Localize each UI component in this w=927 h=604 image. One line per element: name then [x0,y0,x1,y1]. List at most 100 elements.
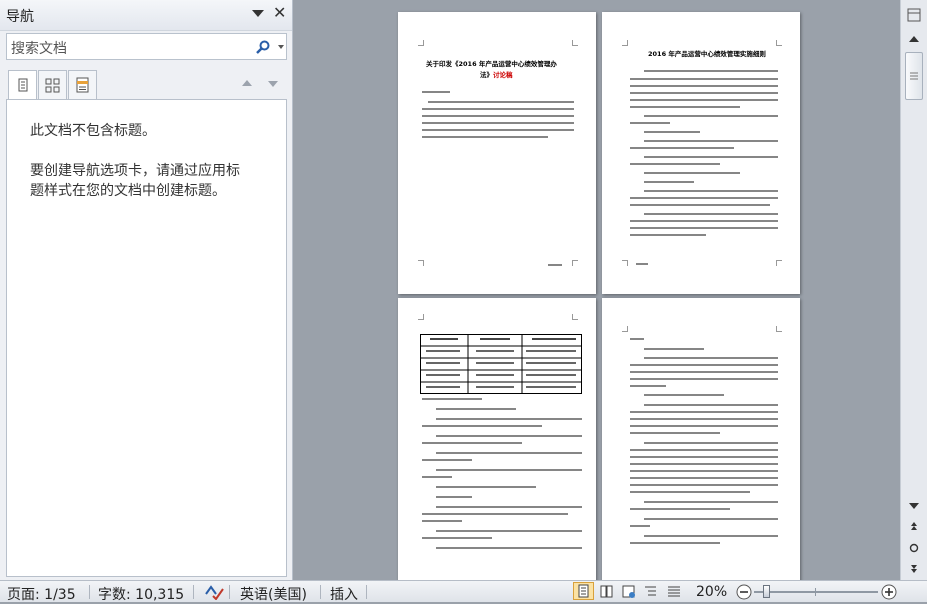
scrollbar-thumb[interactable] [905,52,923,100]
scroll-up-icon[interactable] [905,31,923,47]
full-screen-reading-icon[interactable] [599,584,615,599]
search-icon[interactable] [255,39,271,55]
select-browse-object-icon[interactable] [905,540,923,556]
text-line [630,106,740,108]
word-count-status[interactable]: 字数: 10,315 [98,584,184,604]
no-headings-message: 此文档不包含标题。 [30,123,156,139]
margin-mark [622,260,628,266]
margin-mark [418,314,424,320]
text-line [422,398,482,400]
print-layout-view-button[interactable] [573,582,594,600]
status-bar: 页面: 1/35 字数: 10,315 英语(美国) 插入 20% [0,580,927,604]
text-line [422,136,548,138]
text-line [630,477,778,479]
text-line [644,213,778,215]
document-page-2[interactable]: 2016 年产品运营中心绩效管理实施细则 [602,12,800,294]
text-line [436,435,582,437]
ruler-toggle-icon[interactable] [905,7,923,23]
vertical-scrollbar[interactable] [900,0,927,580]
text-line [436,418,582,420]
document-page-3[interactable] [398,298,596,580]
document-page-4[interactable] [602,298,800,580]
margin-mark [572,260,578,266]
text-line [644,172,740,174]
page1-title-line1: 关于印发《2016 年产品运营中心绩效管理办 [426,60,557,68]
text-line [644,181,694,183]
text-line [630,525,650,527]
text-line [436,469,582,471]
margin-mark [776,260,782,266]
outline-view-icon[interactable] [643,584,659,599]
margin-mark [418,40,424,46]
pane-options-chevron-icon[interactable] [252,10,264,17]
text-line [630,411,778,413]
create-headings-hint-line1: 要创建导航选项卡，请通过应用标 [30,163,240,179]
text-line [630,425,778,427]
margin-mark [776,326,782,332]
zoom-level[interactable]: 20% [696,584,727,600]
text-line [644,70,778,72]
page-number-mark [636,263,648,265]
text-line [630,338,644,340]
navigation-content: 此文档不包含标题。 要创建导航选项卡，请通过应用标 题样式在您的文档中创建标题。 [6,99,287,577]
search-document-input[interactable]: 搜索文档 [6,33,287,60]
search-options-chevron-icon[interactable] [278,45,284,49]
scroll-down-icon[interactable] [905,498,923,514]
tab-browse-pages[interactable] [38,70,67,100]
margin-mark [418,260,424,266]
insert-mode-status[interactable]: 插入 [330,584,358,604]
document-page-1[interactable]: 关于印发《2016 年产品运营中心绩效管理办 法》讨论稿 [398,12,596,294]
web-layout-icon[interactable] [621,584,637,599]
previous-heading-icon[interactable] [242,80,252,86]
zoom-slider-thumb[interactable] [763,585,770,598]
zoom-out-icon[interactable] [736,584,752,600]
close-pane-icon[interactable]: ✕ [273,3,286,22]
text-line [630,491,750,493]
text-line [630,227,778,229]
text-line [422,459,472,461]
margin-mark [622,326,628,332]
next-page-icon[interactable] [905,561,923,577]
page1-title-suffix: 法》 [480,71,493,79]
text-line [630,456,778,458]
text-line [436,506,582,508]
text-line [630,385,666,387]
text-line [630,371,778,373]
zoom-slider-track[interactable] [754,585,878,598]
text-line [644,535,778,537]
text-line [644,404,778,406]
tab-browse-results[interactable] [68,70,97,100]
text-line [630,378,778,380]
text-line [630,147,734,149]
navigation-pane-title: 导航 [6,9,34,25]
previous-page-icon[interactable] [905,518,923,534]
score-table [420,334,582,394]
text-line [436,486,536,488]
draft-view-icon[interactable] [666,584,682,599]
text-line [630,449,778,451]
headings-icon [18,78,28,92]
text-line [644,140,778,142]
text-line [644,190,778,192]
margin-mark [572,40,578,46]
status-divider [320,585,321,599]
zoom-in-icon[interactable] [881,584,897,600]
next-heading-icon[interactable] [268,81,278,87]
status-divider [366,585,367,599]
navigation-pane-header: 导航 ✕ [0,0,292,31]
tab-browse-headings[interactable] [8,70,37,100]
document-area[interactable]: 关于印发《2016 年产品运营中心绩效管理办 法》讨论稿 2016 年产品运营中… [294,0,900,580]
margin-mark [622,40,628,46]
text-line [422,122,574,124]
text-line [630,163,720,165]
page-thumbnails-icon [45,78,60,93]
text-line [644,131,700,133]
page-count-status[interactable]: 页面: 1/35 [7,584,76,604]
language-status[interactable]: 英语(美国) [240,584,307,604]
text-line [422,115,574,117]
text-line [630,234,706,236]
text-line [422,537,492,539]
proofing-check-icon[interactable] [203,583,225,600]
text-line [644,357,778,359]
text-line [630,78,778,80]
